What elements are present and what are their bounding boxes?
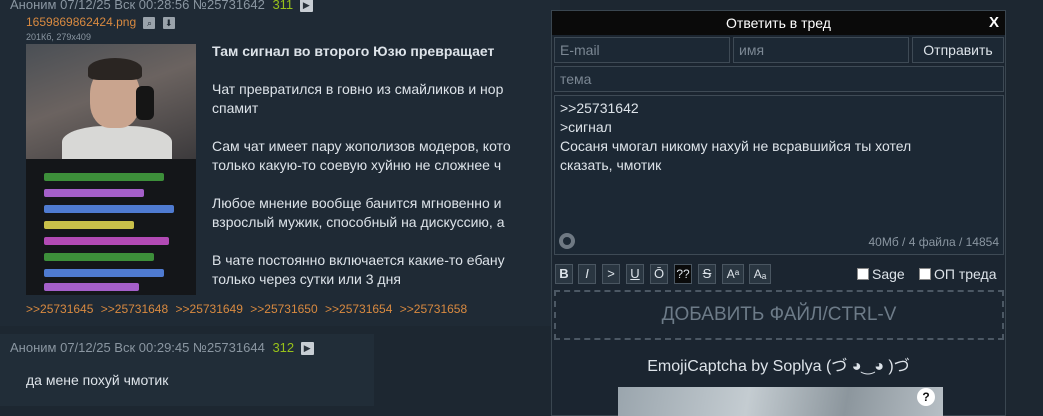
post-number[interactable]: №25731644 — [193, 340, 265, 355]
message-line: >>25731642 — [560, 100, 639, 116]
name-field[interactable]: имя — [733, 37, 909, 63]
captcha-title: EmojiCaptcha by Soplya (づ ◕‿◕ )づ — [647, 358, 910, 375]
post-line: Там сигнал во второго Юзю превращает — [212, 43, 495, 59]
attached-image[interactable] — [26, 44, 196, 295]
reply-form-title[interactable]: Ответить в тред X — [552, 11, 1005, 35]
spoiler-button[interactable]: ?? — [674, 264, 692, 284]
file-meta: 201Кб, 279x409 — [26, 32, 91, 42]
post-line: спамит — [212, 100, 259, 116]
message-line: сказать, чмотик — [560, 157, 662, 173]
stream-chat — [26, 159, 196, 295]
reply-link[interactable]: >>25731648 — [101, 302, 168, 316]
reply-link[interactable]: >>25731654 — [325, 302, 392, 316]
sage-option[interactable]: Sage — [857, 266, 905, 282]
op-label: ОП треда — [934, 266, 997, 282]
post-index: 311 — [272, 0, 294, 12]
post-datetime: 07/12/25 Вск 00:28:56 — [60, 0, 190, 12]
post-line: Любое мнение вообще банится мгновенно и — [212, 195, 502, 211]
message-line: >сигнал — [560, 119, 612, 135]
file-dropzone[interactable]: ДОБАВИТЬ ФАЙЛ/CTRL-V — [554, 290, 1004, 340]
post-line: Чат превратился в говно из смайликов и н… — [212, 81, 504, 97]
reply-link[interactable]: >>25731649 — [176, 302, 243, 316]
reply-links: >>25731645 >>25731648 >>25731649 >>25731… — [26, 302, 471, 316]
reply-form-title-text: Ответить в тред — [726, 15, 831, 31]
reply-link[interactable]: >>25731645 — [26, 302, 93, 316]
sage-checkbox[interactable] — [857, 268, 869, 280]
message-textarea[interactable]: >>25731642 >сигнал Сосаня чмогал никому … — [554, 95, 1004, 255]
post-number[interactable]: №25731642 — [193, 0, 265, 12]
post-line: В чате постоянно включается какие-то еба… — [212, 252, 505, 268]
superscript-button[interactable]: Aᵃ — [722, 264, 744, 284]
email-field[interactable]: E-mail — [554, 37, 730, 63]
attach-icon[interactable] — [559, 233, 575, 249]
reply-link[interactable]: >>25731658 — [400, 302, 467, 316]
post-25731642: Аноним 07/12/25 Вск 00:28:56 №25731642 3… — [0, 0, 560, 326]
quote-button[interactable]: > — [602, 264, 620, 284]
post-line: только какую-то соевую хуйню не сложнее … — [212, 157, 502, 173]
download-icon[interactable]: ⬇ — [162, 16, 175, 29]
file-name[interactable]: 1659869862424.png — [26, 15, 136, 29]
post-header: Аноним 07/12/25 Вск 00:28:56 №25731642 3… — [10, 0, 313, 13]
post-body: Там сигнал во второго Юзю превращает Чат… — [212, 42, 511, 289]
overline-button[interactable]: Ō — [650, 264, 668, 284]
reply-link[interactable]: >>25731650 — [250, 302, 317, 316]
headset-icon — [136, 86, 154, 120]
underline-button[interactable]: U — [626, 264, 644, 284]
file-link[interactable]: 1659869862424.png ⌕ ⬇ — [26, 15, 175, 29]
play-icon[interactable]: ▶ — [299, 0, 313, 13]
sage-label: Sage — [872, 266, 905, 282]
op-option[interactable]: ОП треда — [919, 266, 996, 282]
limits-counter: 40Мб / 4 файла / 14854 — [868, 235, 999, 249]
post-line: только через сутки или 3 дня — [212, 271, 401, 287]
post-datetime: 07/12/25 Вск 00:29:45 — [60, 340, 190, 355]
captcha-image[interactable] — [618, 387, 943, 416]
streamer-hair — [88, 58, 142, 80]
send-button[interactable]: Отправить — [912, 37, 1004, 63]
strike-button[interactable]: S — [698, 264, 716, 284]
close-icon[interactable]: X — [989, 11, 999, 35]
post-25731644: Аноним 07/12/25 Вск 00:29:45 №25731644 3… — [0, 334, 374, 406]
subject-field[interactable]: тема — [554, 66, 1004, 92]
post-header: Аноним 07/12/25 Вск 00:29:45 №25731644 3… — [10, 340, 314, 356]
post-line: Сам чат имеет пару жополизов модеров, ко… — [212, 138, 511, 154]
bold-button[interactable]: B — [555, 264, 573, 284]
play-icon[interactable]: ▶ — [300, 342, 314, 356]
post-line: взрослый мужик, способный на дискуссию, … — [212, 214, 505, 230]
help-icon[interactable]: ? — [917, 388, 935, 406]
italic-button[interactable]: I — [578, 264, 596, 284]
message-line: Сосаня чмогал никому нахуй не всравшийся… — [560, 138, 912, 154]
post-body: да мене похуй чмотик — [26, 372, 169, 388]
post-author: Аноним — [10, 340, 57, 355]
search-icon[interactable]: ⌕ — [143, 16, 156, 29]
subscript-button[interactable]: Aₐ — [749, 264, 771, 284]
post-index: 312 — [272, 340, 295, 355]
reply-form: Ответить в тред X E-mail имя Отправить т… — [551, 10, 1006, 416]
op-checkbox[interactable] — [919, 268, 931, 280]
post-author: Аноним — [10, 0, 57, 12]
